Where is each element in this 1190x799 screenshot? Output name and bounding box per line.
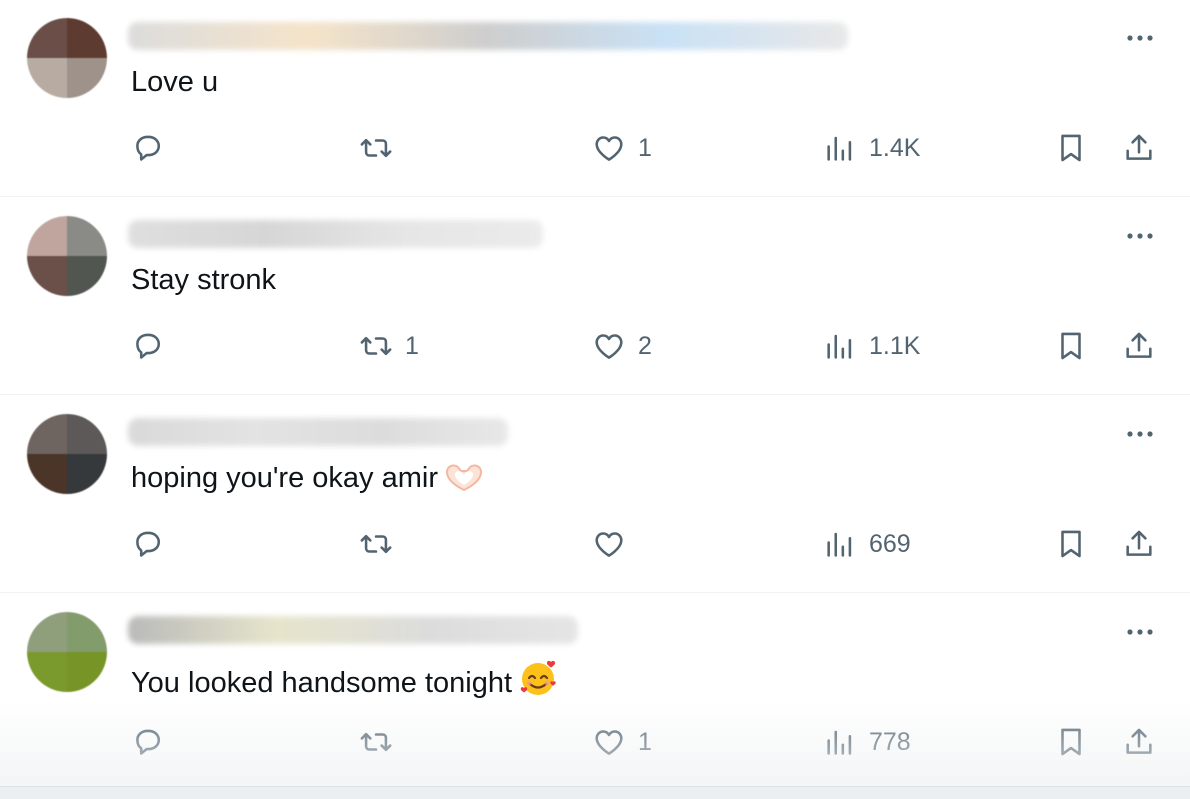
reply-text: Love u [131,64,218,100]
bookmark-button[interactable] [1054,521,1088,567]
retweet-button[interactable] [359,521,405,567]
reply-text: You looked handsome tonight [131,658,558,707]
blurred-author-name [128,220,543,248]
reply-button[interactable] [131,719,177,765]
retweet-icon [360,138,392,158]
bottom-divider [0,786,1190,799]
retweet-button[interactable] [359,125,405,171]
action-bar: 669 [0,521,1190,567]
action-bar: 1 2 1.1K [0,323,1190,369]
bookmark-icon [1061,134,1081,162]
heart-icon [595,136,623,161]
retweet-icon [360,336,392,356]
like-button[interactable] [592,521,638,567]
avatar[interactable] [27,18,107,98]
reply-icon [136,729,161,755]
views-button[interactable]: 1.1K [823,323,920,369]
like-button[interactable]: 1 [592,125,652,171]
avatar[interactable] [27,414,107,494]
reply-text-body: Love u [131,66,219,98]
views-chart-icon [827,532,852,557]
views-button[interactable]: 669 [823,521,911,567]
reply-button[interactable] [131,521,177,567]
bookmark-icon [1061,530,1081,558]
action-bar: 1 778 [0,719,1190,765]
more-dots-icon [1127,233,1153,239]
heart-icon [595,334,623,359]
reply-text: Stay stronk [131,262,276,298]
bookmark-button[interactable] [1054,719,1088,765]
heart-icon [595,532,623,557]
share-icon [1126,332,1152,358]
more-dots-icon [1127,629,1153,635]
bookmark-button[interactable] [1054,323,1088,369]
reply-post[interactable]: Love u 1 1.4K [0,0,1190,197]
avatar[interactable] [27,216,107,296]
share-icon [1126,134,1152,160]
retweet-icon [360,732,392,752]
reply-icon [136,333,161,359]
blurred-author-name [128,418,508,446]
like-count: 2 [638,331,652,360]
smiling-face-with-hearts-emoji [518,658,558,707]
share-button[interactable] [1122,719,1156,765]
like-button[interactable]: 2 [592,323,652,369]
retweet-button[interactable]: 1 [359,323,419,369]
retweet-count: 1 [405,331,419,360]
share-button[interactable] [1122,521,1156,567]
share-button[interactable] [1122,323,1156,369]
reply-icon [136,531,161,557]
bookmark-icon [1061,332,1081,360]
action-bar: 1 1.4K [0,125,1190,171]
reply-text-body: hoping you're okay amir [131,462,438,494]
reply-text: hoping you're okay amir [131,460,484,502]
reply-text-body: Stay stronk [131,264,277,296]
views-chart-icon [827,136,852,161]
reply-post[interactable]: You looked handsome tonight 1 778 [0,594,1190,791]
heart-hands-emoji [444,463,484,502]
views-chart-icon [827,730,852,755]
retweet-icon [360,534,392,554]
reply-text-body: You looked handsome tonight [131,667,513,699]
views-count: 669 [869,529,911,558]
blurred-author-name [128,22,848,50]
like-count: 1 [638,727,652,756]
blurred-author-name [128,616,578,644]
share-button[interactable] [1122,125,1156,171]
views-chart-icon [827,334,852,359]
views-button[interactable]: 778 [823,719,911,765]
like-button[interactable]: 1 [592,719,652,765]
avatar[interactable] [27,612,107,692]
views-count: 1.1K [869,331,921,360]
reply-post[interactable]: Stay stronk 1 2 1.1K [0,198,1190,395]
reply-post[interactable]: hoping you're okay amir 669 [0,396,1190,593]
views-count: 1.4K [869,133,921,162]
more-dots-icon [1127,431,1153,437]
more-dots-icon [1127,35,1153,41]
share-icon [1126,530,1152,556]
more-options-button[interactable] [1118,26,1162,50]
like-count: 1 [638,133,652,162]
more-options-button[interactable] [1118,224,1162,248]
reply-icon [136,135,161,161]
heart-icon [595,730,623,755]
views-button[interactable]: 1.4K [823,125,920,171]
reply-button[interactable] [131,323,177,369]
bookmark-button[interactable] [1054,125,1088,171]
share-icon [1126,728,1152,754]
views-count: 778 [869,727,911,756]
more-options-button[interactable] [1118,422,1162,446]
retweet-button[interactable] [359,719,405,765]
more-options-button[interactable] [1118,620,1162,644]
reply-button[interactable] [131,125,177,171]
bookmark-icon [1061,728,1081,756]
